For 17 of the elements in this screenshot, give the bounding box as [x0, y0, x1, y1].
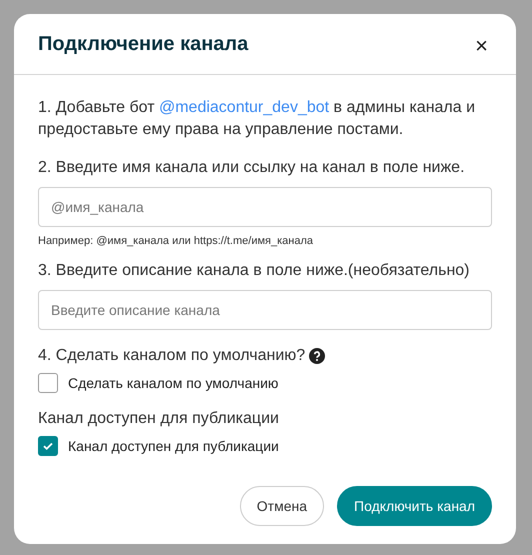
checkbox[interactable]: [38, 373, 58, 393]
checkbox[interactable]: [38, 436, 58, 456]
checkbox-label: Сделать каналом по умолчанию: [68, 375, 278, 391]
instruction-text: 1. Добавьте бот @mediacontur_dev_bot в админы канала и предоставьте ему права на управление постами.: [38, 98, 476, 140]
instruction-text: 2. Введите имя канала или ссылку на канал в поле ниже.: [38, 158, 466, 178]
cancel-button[interactable]: Отмена: [240, 486, 324, 526]
checkbox-label: Канал доступен для публикации: [68, 438, 279, 454]
hint-text: Например: @имя_канала или https://t.me/имя_канала: [38, 235, 314, 247]
connect-button[interactable]: Подключить канал: [337, 486, 492, 526]
instruction-text: 3. Введите описание канала в поле ниже.(необязательно): [38, 261, 470, 281]
description-field[interactable]: Введите описание канала: [38, 290, 492, 330]
help-icon[interactable]: [309, 348, 326, 364]
section-label: Канал доступен для публикации: [38, 409, 280, 429]
dialog-title: Подключение канала: [38, 32, 248, 56]
channel-name-field[interactable]: @имя_канала: [38, 187, 492, 227]
instruction-text: 4. Сделать каналом по умолчанию?: [38, 346, 306, 366]
close-button[interactable]: ×: [471, 35, 492, 57]
